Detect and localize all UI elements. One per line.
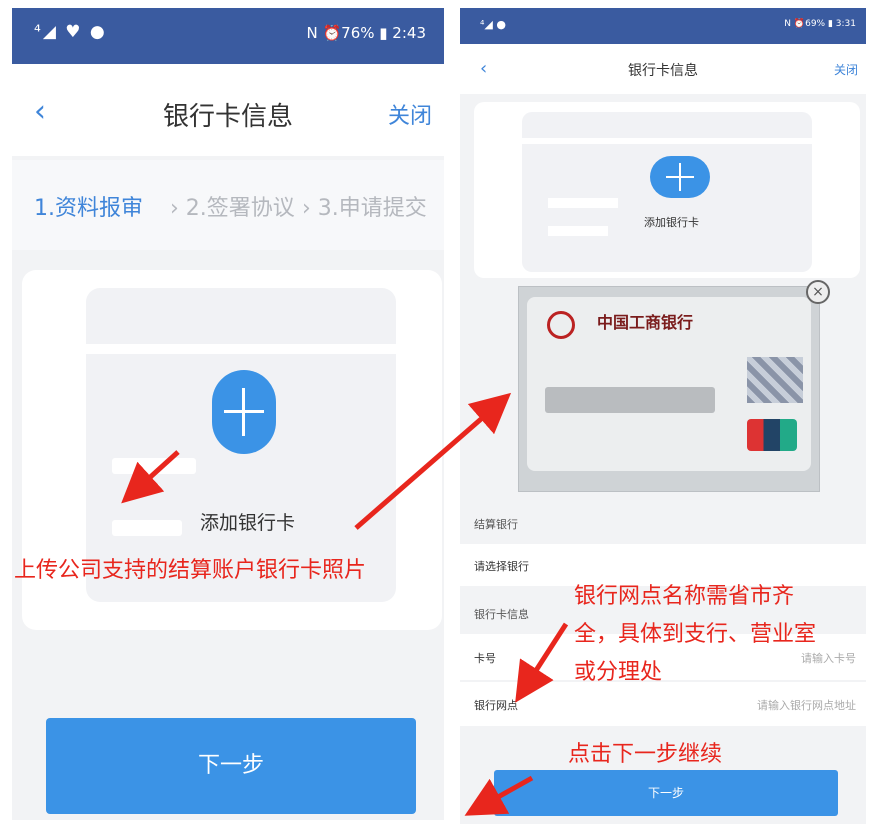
annotation-next: 点击下一步继续 (568, 742, 723, 767)
annotation-arrow (515, 622, 569, 703)
annotation-arrow (464, 775, 534, 816)
annotation-branch-line3: 或分理处 (574, 660, 663, 685)
annotation-branch-line2: 全，具体到支行、营业室 (574, 622, 817, 647)
annotation-arrows (121, 392, 569, 816)
annotation-arrow (121, 450, 180, 504)
annotation-arrow (354, 392, 512, 530)
annotation-branch-line1: 银行网点名称需省市齐 (574, 584, 795, 609)
annotation-upload: 上传公司支持的结算账户银行卡照片 (14, 558, 367, 583)
